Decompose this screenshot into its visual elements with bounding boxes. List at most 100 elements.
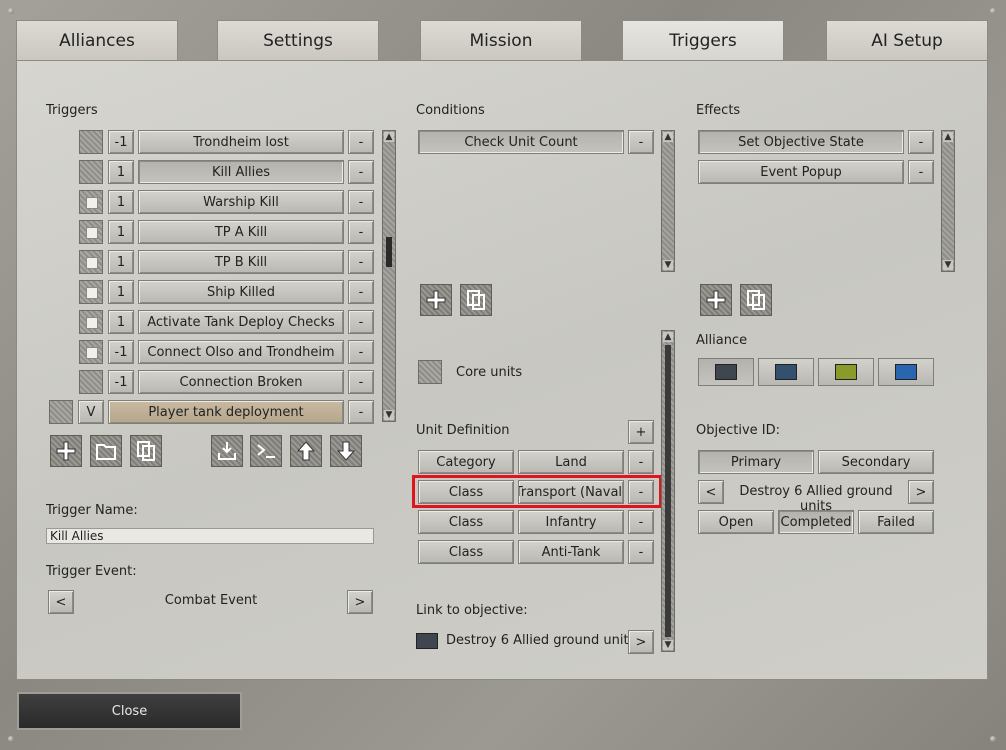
remove-unit-definition-button[interactable]: - bbox=[628, 510, 654, 534]
effects-scrollbar[interactable]: ▲ ▼ bbox=[941, 130, 955, 272]
state-failed-button[interactable]: Failed bbox=[858, 510, 934, 534]
unit-definition-value[interactable]: Land bbox=[518, 450, 624, 474]
remove-trigger-button[interactable]: - bbox=[348, 220, 374, 244]
remove-trigger-button[interactable]: - bbox=[348, 370, 374, 394]
objective-next-button[interactable]: > bbox=[908, 480, 934, 504]
trigger-enabled-checkbox[interactable] bbox=[79, 220, 103, 244]
trigger-item[interactable]: TP A Kill bbox=[138, 220, 344, 244]
trigger-item[interactable]: Kill Allies bbox=[138, 160, 344, 184]
remove-trigger-button[interactable]: - bbox=[348, 280, 374, 304]
tab-mission[interactable]: Mission bbox=[420, 20, 582, 61]
trigger-repeat-count[interactable]: -1 bbox=[108, 370, 134, 394]
conditions-scrollbar[interactable]: ▲ ▼ bbox=[661, 130, 675, 272]
effect-set-objective-state[interactable]: Set Objective State bbox=[698, 130, 904, 154]
move-down-button[interactable] bbox=[330, 435, 362, 467]
scroll-up-icon[interactable]: ▲ bbox=[943, 132, 953, 142]
remove-trigger-button[interactable]: - bbox=[348, 250, 374, 274]
alliance-option-4[interactable] bbox=[878, 358, 934, 386]
state-completed-button[interactable]: Completed bbox=[778, 510, 854, 534]
scroll-down-icon[interactable]: ▼ bbox=[663, 640, 673, 650]
trigger-repeat-count[interactable]: 1 bbox=[108, 310, 134, 334]
remove-effect-button[interactable]: - bbox=[908, 130, 934, 154]
scroll-up-icon[interactable]: ▲ bbox=[663, 132, 673, 142]
alliance-option-2[interactable] bbox=[758, 358, 814, 386]
remove-effect-button[interactable]: - bbox=[908, 160, 934, 184]
condition-check-unit-count[interactable]: Check Unit Count bbox=[418, 130, 624, 154]
trigger-enabled-checkbox[interactable] bbox=[79, 310, 103, 334]
scroll-down-icon[interactable]: ▼ bbox=[384, 410, 394, 420]
secondary-objective-button[interactable]: Secondary bbox=[818, 450, 934, 474]
unit-definition-value[interactable]: Anti-Tank bbox=[518, 540, 624, 564]
trigger-item[interactable]: Warship Kill bbox=[138, 190, 344, 214]
alliance-option-3[interactable] bbox=[818, 358, 874, 386]
trigger-repeat-count[interactable]: 1 bbox=[108, 190, 134, 214]
move-up-button[interactable] bbox=[290, 435, 322, 467]
trigger-item[interactable]: Player tank deployment bbox=[108, 400, 344, 424]
trigger-item[interactable]: Connect Olso and Trondheim bbox=[138, 340, 344, 364]
scroll-thumb[interactable] bbox=[665, 345, 671, 637]
trigger-item[interactable]: TP B Kill bbox=[138, 250, 344, 274]
trigger-repeat-count[interactable]: 1 bbox=[108, 280, 134, 304]
add-effect-button[interactable] bbox=[700, 284, 732, 316]
remove-unit-definition-button[interactable]: - bbox=[628, 450, 654, 474]
trigger-enabled-checkbox[interactable] bbox=[79, 250, 103, 274]
trigger-enabled-checkbox[interactable] bbox=[49, 400, 73, 424]
tab-settings[interactable]: Settings bbox=[217, 20, 379, 61]
copy-effect-button[interactable] bbox=[740, 284, 772, 316]
remove-trigger-button[interactable]: - bbox=[348, 160, 374, 184]
scroll-up-icon[interactable]: ▲ bbox=[663, 332, 673, 342]
trigger-repeat-count[interactable]: 1 bbox=[108, 220, 134, 244]
trigger-enabled-checkbox[interactable] bbox=[79, 130, 103, 154]
remove-trigger-button[interactable]: - bbox=[348, 130, 374, 154]
alliance-option-1[interactable] bbox=[698, 358, 754, 386]
close-button[interactable]: Close bbox=[17, 692, 242, 730]
trigger-enabled-checkbox[interactable] bbox=[79, 190, 103, 214]
import-button[interactable] bbox=[211, 435, 243, 467]
event-prev-button[interactable]: < bbox=[48, 590, 74, 614]
trigger-repeat-count[interactable]: -1 bbox=[108, 340, 134, 364]
trigger-repeat-count[interactable]: -1 bbox=[108, 130, 134, 154]
trigger-repeat-count[interactable]: 1 bbox=[108, 250, 134, 274]
add-trigger-button[interactable] bbox=[50, 435, 82, 467]
remove-trigger-button[interactable]: - bbox=[348, 340, 374, 364]
trigger-enabled-checkbox[interactable] bbox=[79, 340, 103, 364]
remove-condition-button[interactable]: - bbox=[628, 130, 654, 154]
remove-trigger-button[interactable]: - bbox=[348, 310, 374, 334]
trigger-repeat-count[interactable]: V bbox=[78, 400, 104, 424]
scroll-up-icon[interactable]: ▲ bbox=[384, 132, 394, 142]
trigger-enabled-checkbox[interactable] bbox=[79, 370, 103, 394]
remove-trigger-button[interactable]: - bbox=[348, 190, 374, 214]
console-button[interactable] bbox=[250, 435, 282, 467]
trigger-item[interactable]: Ship Killed bbox=[138, 280, 344, 304]
core-units-checkbox[interactable] bbox=[418, 360, 442, 384]
trigger-item[interactable]: Activate Tank Deploy Checks bbox=[138, 310, 344, 334]
remove-unit-definition-button[interactable]: - bbox=[628, 540, 654, 564]
add-condition-button[interactable] bbox=[420, 284, 452, 316]
primary-objective-button[interactable]: Primary bbox=[698, 450, 814, 474]
link-next-button[interactable]: > bbox=[628, 630, 654, 654]
open-folder-button[interactable] bbox=[90, 435, 122, 467]
objective-prev-button[interactable]: < bbox=[698, 480, 724, 504]
trigger-name-input[interactable]: Kill Allies bbox=[46, 528, 374, 544]
unit-definition-key[interactable]: Class bbox=[418, 510, 514, 534]
trigger-repeat-count[interactable]: 1 bbox=[108, 160, 134, 184]
copy-trigger-button[interactable] bbox=[130, 435, 162, 467]
effect-event-popup[interactable]: Event Popup bbox=[698, 160, 904, 184]
state-open-button[interactable]: Open bbox=[698, 510, 774, 534]
scroll-down-icon[interactable]: ▼ bbox=[943, 260, 953, 270]
trigger-item[interactable]: Trondheim lost bbox=[138, 130, 344, 154]
copy-condition-button[interactable] bbox=[460, 284, 492, 316]
add-unit-definition-button[interactable]: + bbox=[628, 420, 654, 444]
tab-ai-setup[interactable]: AI Setup bbox=[826, 20, 988, 61]
trigger-enabled-checkbox[interactable] bbox=[79, 160, 103, 184]
remove-trigger-button[interactable]: - bbox=[348, 400, 374, 424]
event-next-button[interactable]: > bbox=[347, 590, 373, 614]
tab-triggers[interactable]: Triggers bbox=[622, 20, 784, 61]
conditions-detail-scrollbar[interactable]: ▲ ▼ bbox=[661, 330, 675, 652]
trigger-item[interactable]: Connection Broken bbox=[138, 370, 344, 394]
scroll-thumb[interactable] bbox=[386, 237, 392, 267]
trigger-list-scrollbar[interactable]: ▲ ▼ bbox=[382, 130, 396, 422]
scroll-down-icon[interactable]: ▼ bbox=[663, 260, 673, 270]
unit-definition-value[interactable]: Infantry bbox=[518, 510, 624, 534]
tab-alliances[interactable]: Alliances bbox=[16, 20, 178, 61]
